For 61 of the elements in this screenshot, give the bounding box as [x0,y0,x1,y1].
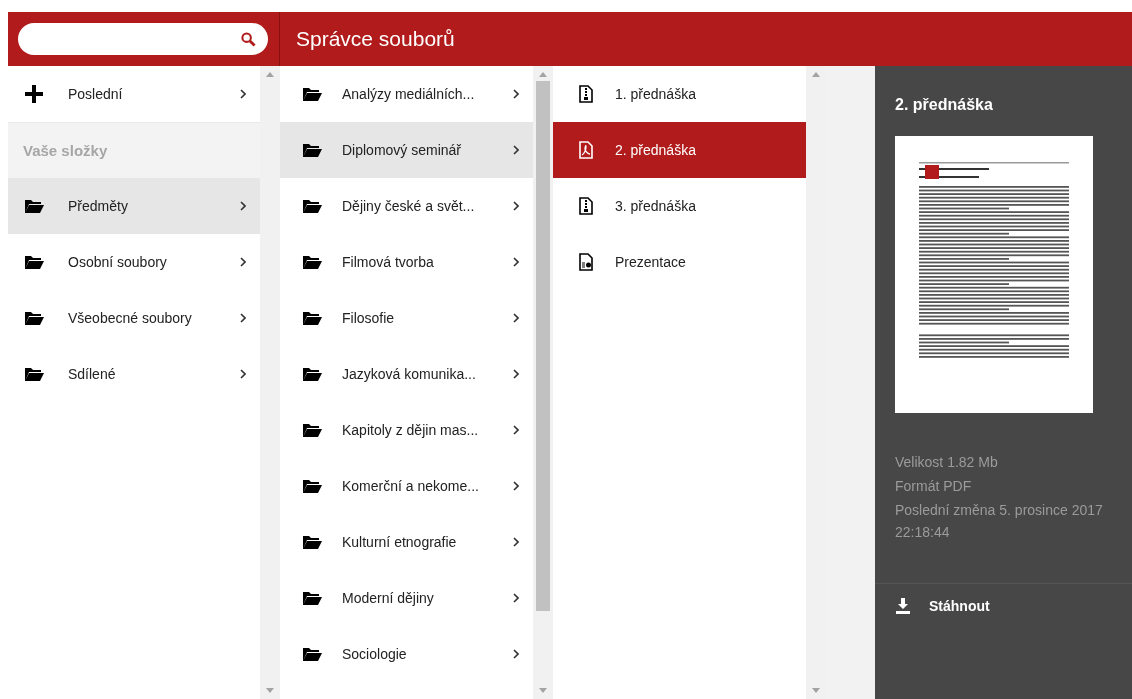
folder-icon [24,254,44,270]
chevron-icon [240,89,246,99]
chevron-icon [513,201,519,211]
pdf-file-icon [579,141,593,159]
chevron-icon [240,257,246,267]
chevron-icon [513,593,519,603]
folder-icon [302,86,322,102]
folder-icon [24,310,44,326]
plus-icon [24,84,44,104]
scrollbar[interactable] [533,66,553,699]
file-item[interactable]: 2. přednáška [553,122,806,178]
scroll-down-icon[interactable] [266,688,274,693]
chevron-icon [240,313,246,323]
file-detail: Velikost 1.82 Mb [895,453,999,472]
folder-icon [302,590,322,606]
download-button[interactable]: Stáhnout [895,598,990,614]
folder-icon [302,310,322,326]
chevron-icon [513,481,519,491]
folder-icon [302,422,322,438]
section-heading: Vaše složky [8,122,260,178]
file-item[interactable]: 3. přednáška [553,178,806,234]
chart-file-icon [579,253,593,271]
folder-icon [24,366,44,382]
file-item[interactable]: 1. přednáška [553,66,806,122]
chevron-icon [513,649,519,659]
scroll-down-icon[interactable] [812,688,820,693]
folder-icon [302,646,322,662]
folder-icon [24,198,44,214]
file-item[interactable]: Prezentace [553,234,806,290]
file-detail: Formát PDF [895,477,973,496]
scroll-up-icon[interactable] [266,72,274,77]
scroll-up-icon[interactable] [812,72,820,77]
folder-item[interactable]: Diplomový seminář [280,122,533,178]
chevron-icon [513,89,519,99]
folder-icon [302,254,322,270]
scrollbar[interactable] [806,66,826,699]
file-detail: Poslední změna 5. prosince 2017 22:18:44 [895,501,1104,542]
search-icon [241,31,256,47]
file-icon [579,85,593,103]
app-title: Správce souborů [296,27,455,51]
folder-icon [302,478,322,494]
file-icon [579,197,593,215]
folder-icon [302,366,322,382]
folder-icon [302,198,322,214]
chevron-icon [240,201,246,211]
chevron-icon [513,537,519,547]
chevron-icon [513,425,519,435]
search-field[interactable] [18,23,268,55]
chevron-icon [513,145,519,155]
sidebar-item[interactable]: Předměty [8,178,260,234]
download-icon [895,598,911,614]
scrollbar[interactable] [260,66,280,699]
chevron-icon [513,257,519,267]
folder-icon [302,534,322,550]
chevron-icon [240,369,246,379]
folder-icon [302,142,322,158]
chevron-icon [513,369,519,379]
scroll-down-icon[interactable] [539,688,547,693]
scroll-up-icon[interactable] [539,72,547,77]
chevron-icon [513,313,519,323]
preview-title: 2. přednáška [895,96,994,114]
